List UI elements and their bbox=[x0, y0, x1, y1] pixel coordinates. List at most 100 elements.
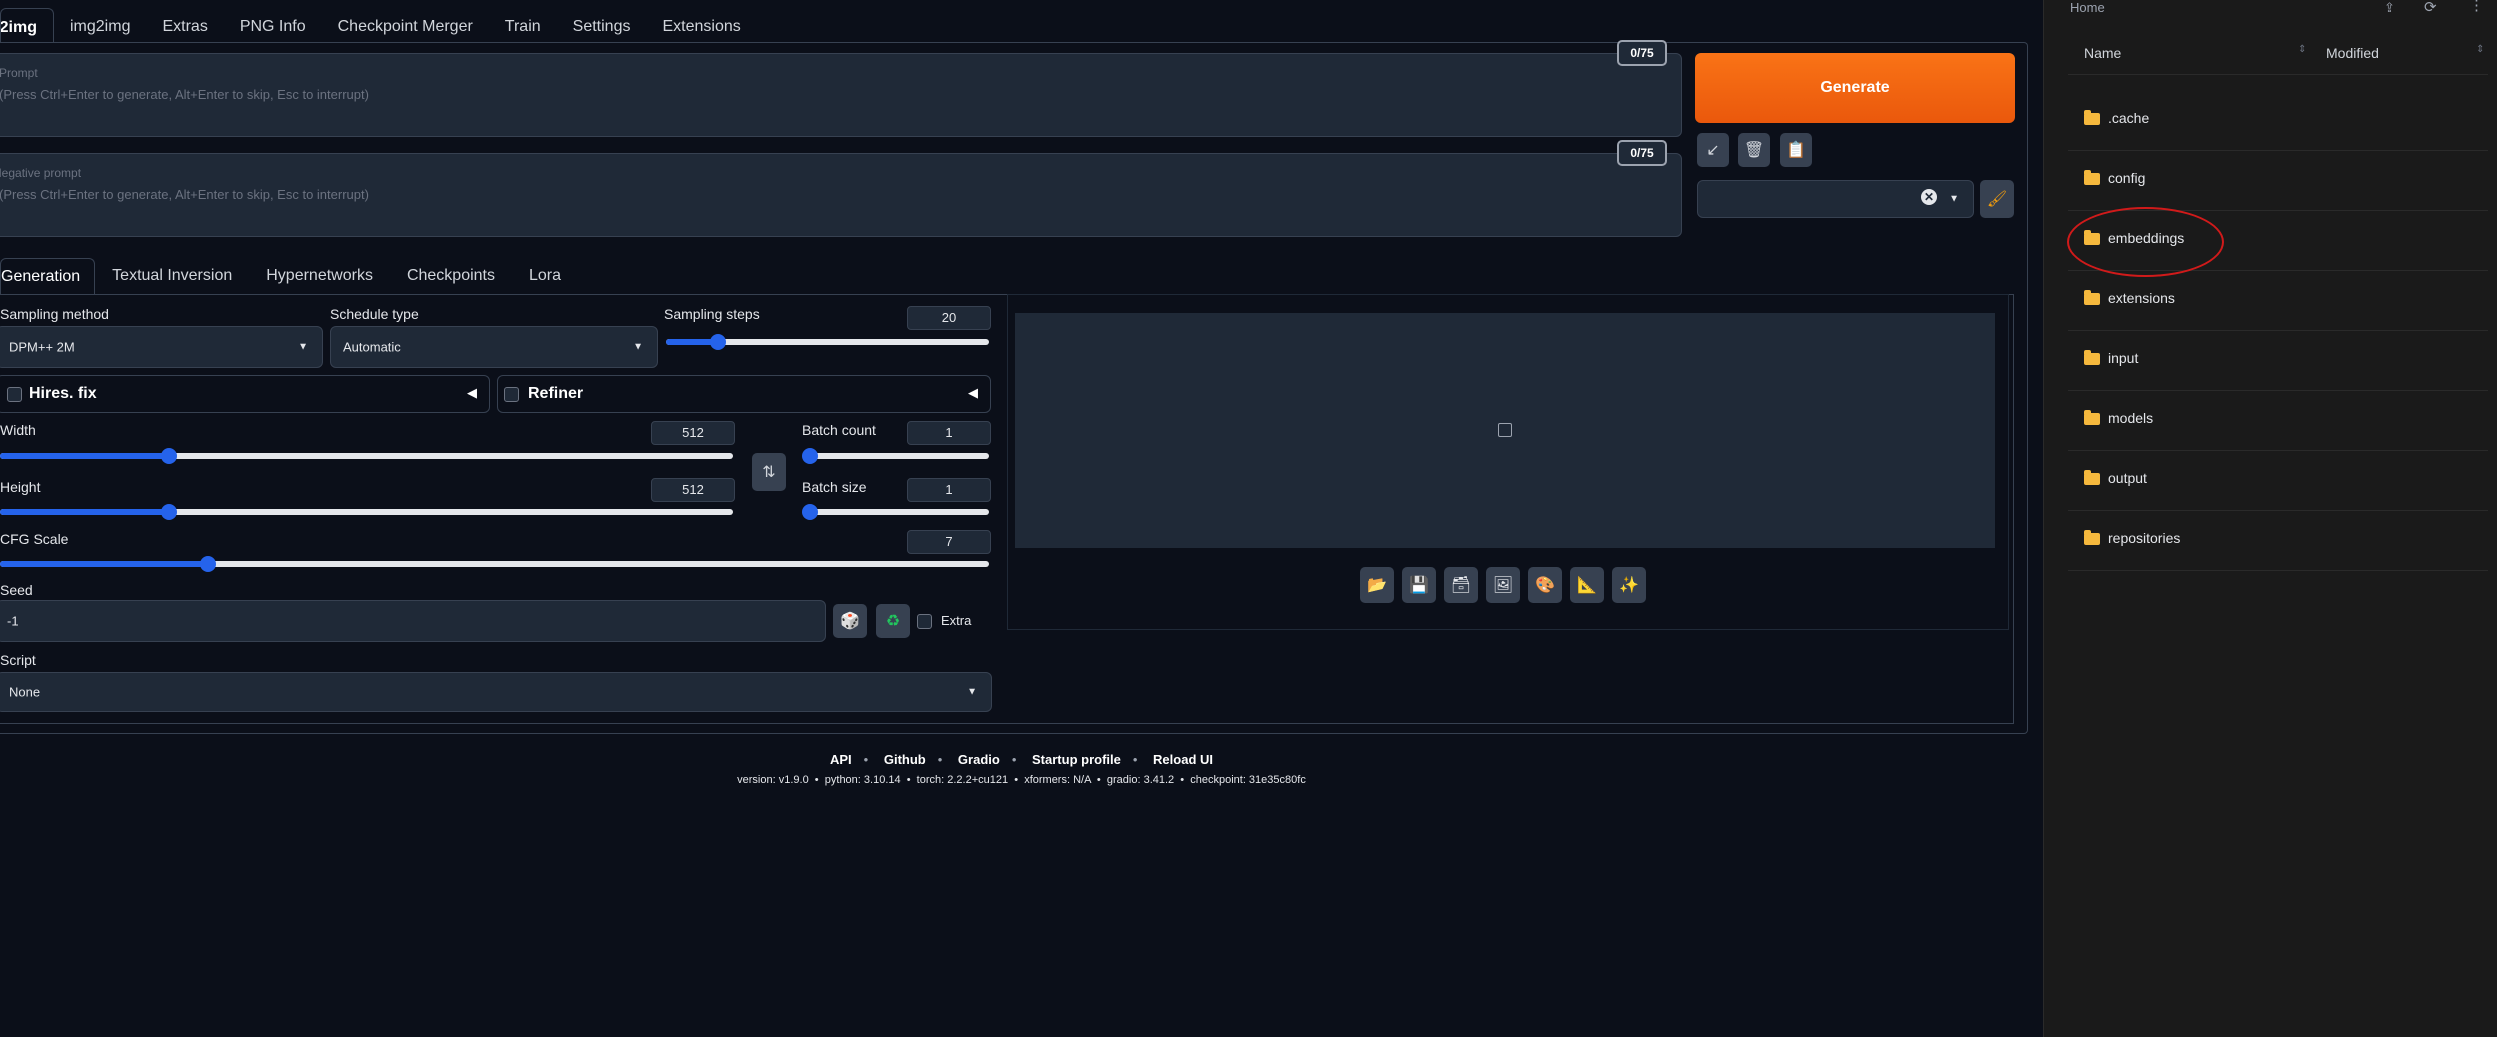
save-icon[interactable]: 💾 bbox=[1402, 567, 1436, 603]
hires-fix-checkbox[interactable] bbox=[7, 387, 22, 402]
folder-item[interactable]: repositories bbox=[2068, 511, 2488, 571]
sampling-method-dropdown[interactable]: DPM++ 2M ▼ bbox=[0, 326, 323, 368]
negative-prompt-label: Negative prompt bbox=[0, 166, 82, 180]
recycle-icon[interactable]: ♻ bbox=[876, 604, 910, 638]
extra-checkbox[interactable] bbox=[917, 614, 932, 629]
folder-name: output bbox=[2108, 470, 2147, 486]
sampling-steps-input[interactable]: 20 bbox=[907, 306, 991, 330]
folder-name: input bbox=[2108, 350, 2139, 366]
edit-styles-icon[interactable]: 🖌 bbox=[1980, 180, 2014, 218]
footer-links: API • Github • Gradio • Startup profile • Re… bbox=[829, 752, 1214, 767]
hires-fix-accordion[interactable]: Hires. fix ◀ bbox=[0, 375, 490, 413]
tab-train[interactable]: Train bbox=[489, 8, 557, 42]
width-slider[interactable] bbox=[0, 448, 733, 464]
sort-icon[interactable]: ⇕ bbox=[2298, 44, 2306, 55]
subtab-lora[interactable]: Lora bbox=[512, 258, 578, 294]
footer-link-reload-ui[interactable]: Reload UI bbox=[1153, 752, 1213, 767]
schedule-type-dropdown[interactable]: Automatic ▼ bbox=[330, 326, 658, 368]
refiner-checkbox[interactable] bbox=[504, 387, 519, 402]
cfg-scale-input[interactable]: 7 bbox=[907, 530, 991, 554]
width-input[interactable]: 512 bbox=[651, 421, 735, 445]
seed-value: -1 bbox=[7, 613, 19, 629]
swap-dimensions-button[interactable]: ⇅ bbox=[752, 453, 786, 491]
folder-item[interactable]: config bbox=[2068, 151, 2488, 211]
refresh-icon[interactable]: ⟳ bbox=[2424, 0, 2437, 16]
more-icon[interactable]: ⋮ bbox=[2469, 0, 2484, 14]
subtab-hypernetworks[interactable]: Hypernetworks bbox=[249, 258, 390, 294]
folder-item[interactable]: embeddings bbox=[2068, 211, 2488, 271]
arrow-down-left-icon[interactable]: ↙ bbox=[1697, 133, 1729, 167]
sampling-steps-slider[interactable] bbox=[666, 334, 989, 350]
folder-icon bbox=[2084, 290, 2100, 305]
folder-icon bbox=[2084, 110, 2100, 125]
folder-open-icon[interactable]: 📂 bbox=[1360, 567, 1394, 603]
footer-link-api[interactable]: API bbox=[830, 752, 852, 767]
tab-checkpoint-merger[interactable]: Checkpoint Merger bbox=[322, 8, 489, 42]
folder-item[interactable]: extensions bbox=[2068, 271, 2488, 331]
folder-name: repositories bbox=[2108, 530, 2181, 546]
height-slider[interactable] bbox=[0, 504, 733, 520]
height-label: Height bbox=[0, 479, 41, 495]
chevron-down-icon: ▼ bbox=[1949, 193, 1959, 205]
folder-item[interactable]: output bbox=[2068, 451, 2488, 511]
tab-extras[interactable]: Extras bbox=[146, 8, 223, 42]
zip-icon[interactable]: 🗃 bbox=[1444, 567, 1478, 603]
sampling-steps-label: Sampling steps bbox=[664, 306, 760, 322]
negative-prompt-input[interactable]: Negative prompt (Press Ctrl+Enter to gen… bbox=[0, 153, 1682, 237]
generate-button[interactable]: Generate bbox=[1695, 53, 2015, 123]
clipboard-icon[interactable]: 📋 bbox=[1780, 133, 1812, 167]
footer-link-github[interactable]: Github bbox=[884, 752, 926, 767]
folder-name: extensions bbox=[2108, 290, 2175, 306]
prompt-input[interactable]: Prompt (Press Ctrl+Enter to generate, Al… bbox=[0, 53, 1682, 137]
upload-icon[interactable]: ⇪ bbox=[2384, 0, 2395, 16]
folder-item[interactable]: input bbox=[2068, 331, 2488, 391]
script-dropdown[interactable]: None ▼ bbox=[0, 672, 992, 712]
script-value: None bbox=[9, 684, 41, 700]
folder-name: config bbox=[2108, 170, 2146, 186]
prompt-token-counter: 0/75 bbox=[1617, 40, 1667, 66]
sub-tab-bar: Generation Textual Inversion Hypernetwor… bbox=[0, 258, 578, 295]
tab-extensions[interactable]: Extensions bbox=[646, 8, 756, 42]
tab-txt2img[interactable]: txt2img bbox=[0, 8, 54, 43]
sampling-method-value: DPM++ 2M bbox=[9, 339, 75, 355]
clear-icon[interactable]: ✕ bbox=[1921, 189, 1937, 205]
batch-size-input[interactable]: 1 bbox=[907, 478, 991, 502]
cfg-scale-slider[interactable] bbox=[0, 556, 989, 572]
breadcrumb[interactable]: Home bbox=[2070, 0, 2105, 15]
subtab-textual-inversion[interactable]: Textual Inversion bbox=[95, 258, 249, 294]
folder-item[interactable]: .cache bbox=[2068, 91, 2488, 151]
folder-name: models bbox=[2108, 410, 2154, 426]
styles-dropdown[interactable]: ✕ ▼ bbox=[1697, 180, 1974, 218]
folder-name: .cache bbox=[2108, 110, 2150, 126]
extra-label: Extra bbox=[941, 613, 972, 628]
top-tab-bar: txt2img img2img Extras PNG Info Checkpoi… bbox=[0, 8, 757, 43]
subtab-generation[interactable]: Generation bbox=[0, 258, 96, 295]
height-input[interactable]: 512 bbox=[651, 478, 735, 502]
name-column-header[interactable]: Name bbox=[2084, 45, 2121, 61]
subtab-checkpoints[interactable]: Checkpoints bbox=[390, 258, 512, 294]
folder-icon bbox=[2084, 170, 2100, 185]
folder-item[interactable]: models bbox=[2068, 391, 2488, 451]
trash-icon[interactable]: 🗑 bbox=[1738, 133, 1770, 167]
batch-count-slider[interactable] bbox=[802, 448, 989, 464]
batch-size-slider[interactable] bbox=[802, 504, 989, 520]
footer-link-startup-profile[interactable]: Startup profile bbox=[1032, 752, 1121, 767]
footer-link-gradio[interactable]: Gradio bbox=[958, 752, 1000, 767]
folder-icon bbox=[2084, 230, 2100, 245]
tab-img2img[interactable]: img2img bbox=[54, 8, 146, 42]
image-icon[interactable]: 🖼 bbox=[1486, 567, 1520, 603]
folder-name: embeddings bbox=[2108, 230, 2185, 246]
chevron-down-icon: ▼ bbox=[967, 686, 977, 698]
batch-count-input[interactable]: 1 bbox=[907, 421, 991, 445]
refiner-accordion[interactable]: Refiner ◀ bbox=[497, 375, 991, 413]
tab-settings[interactable]: Settings bbox=[557, 8, 647, 42]
dice-icon[interactable]: 🎲 bbox=[833, 604, 867, 638]
hires-fix-label: Hires. fix bbox=[29, 385, 97, 402]
palette-icon[interactable]: 🎨 bbox=[1528, 567, 1562, 603]
seed-input[interactable]: -1 bbox=[0, 600, 826, 642]
sparkles-icon[interactable]: ✨ bbox=[1612, 567, 1646, 603]
ruler-icon[interactable]: 📐 bbox=[1570, 567, 1604, 603]
sort-icon[interactable]: ⇕ bbox=[2476, 44, 2484, 55]
modified-column-header[interactable]: Modified bbox=[2326, 45, 2379, 61]
tab-png-info[interactable]: PNG Info bbox=[224, 8, 322, 42]
